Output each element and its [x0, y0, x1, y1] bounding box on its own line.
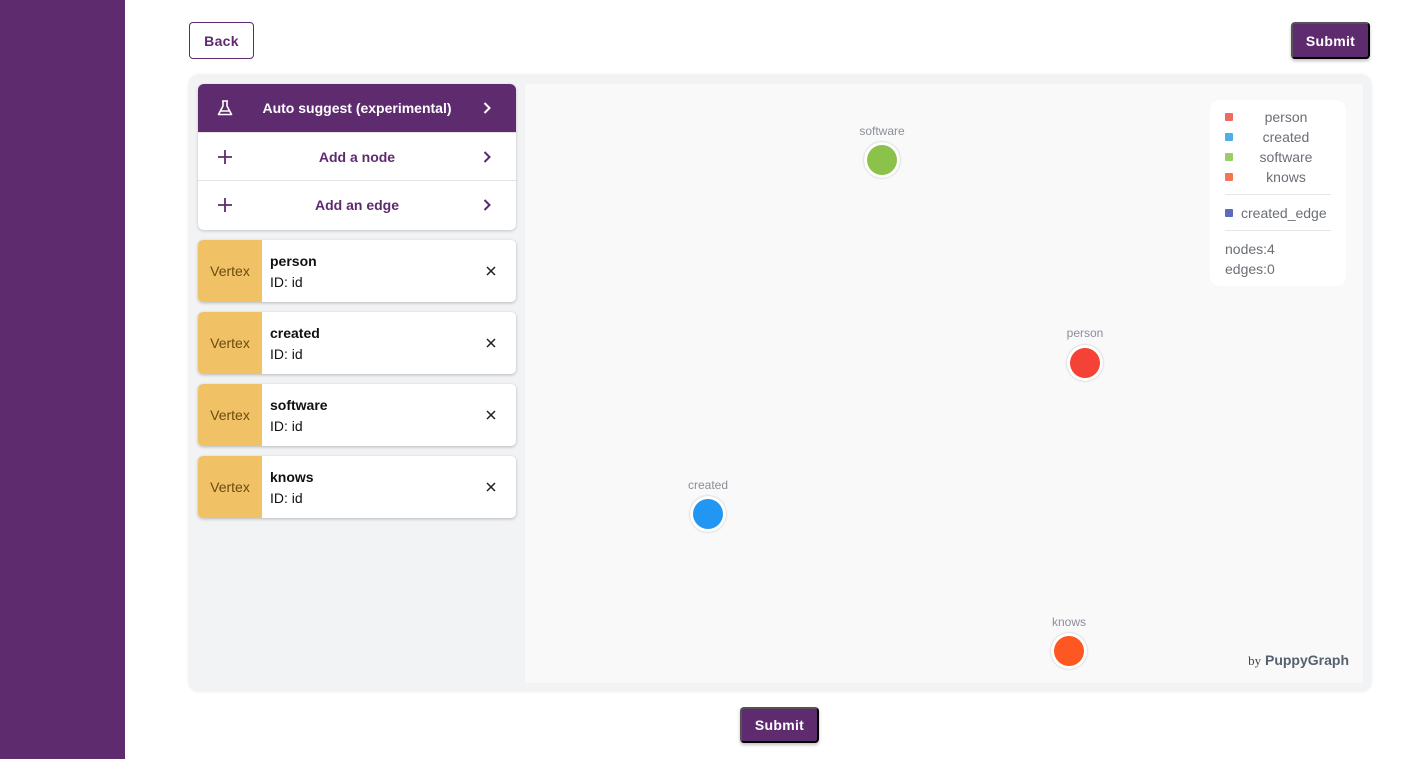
graph-node-software[interactable] [864, 142, 900, 178]
close-icon[interactable] [484, 408, 498, 422]
vertex-id: ID: id [270, 490, 303, 506]
legend-item-knows[interactable]: knows [1225, 167, 1331, 187]
legend-divider [1225, 194, 1331, 195]
vertex-name: person [270, 253, 317, 269]
byline-by: by [1248, 653, 1262, 668]
close-icon[interactable] [484, 336, 498, 350]
close-icon[interactable] [484, 264, 498, 278]
legend-item-created-edge[interactable]: created_edge [1225, 203, 1341, 223]
legend-label: created_edge [1241, 205, 1327, 221]
back-button[interactable]: Back [189, 22, 254, 59]
vertex-tag: Vertex [198, 384, 262, 446]
node-dot [867, 145, 897, 175]
auto-suggest-label: Auto suggest (experimental) [262, 100, 452, 116]
legend-item-software[interactable]: software [1225, 147, 1331, 167]
node-dot [693, 499, 723, 529]
legend-label: knows [1266, 169, 1306, 185]
flask-icon [217, 100, 233, 116]
node-label-person: person [1066, 326, 1104, 340]
vertex-name: software [270, 397, 328, 413]
add-node-label: Add a node [318, 148, 396, 165]
plus-icon [218, 150, 232, 164]
node-label-created: created [687, 478, 729, 492]
vertex-id: ID: id [270, 418, 303, 434]
node-dot [1070, 348, 1100, 378]
nodes-count: nodes:4 [1225, 241, 1275, 257]
chevron-right-icon [483, 151, 491, 163]
add-edge-label: Add an edge [314, 196, 399, 213]
byline: by PuppyGraph [1248, 652, 1349, 669]
legend-swatch [1225, 153, 1233, 161]
vertex-name: created [270, 325, 320, 341]
vertex-id: ID: id [270, 274, 303, 290]
chevron-right-icon [483, 102, 491, 114]
submit-button-top[interactable]: Submit [1291, 22, 1370, 59]
edges-count: edges:0 [1225, 261, 1275, 277]
node-dot [1054, 636, 1084, 666]
vertex-card-software[interactable]: Vertex software ID: id [198, 384, 516, 446]
legend-swatch [1225, 209, 1233, 217]
legend-label: created [1262, 129, 1310, 145]
legend-label: person [1264, 109, 1308, 125]
add-node-button[interactable]: Add a node [198, 132, 516, 180]
graph-node-created[interactable] [690, 496, 726, 532]
auto-suggest-button[interactable]: Auto suggest (experimental) [198, 84, 516, 132]
vertex-card-person[interactable]: Vertex person ID: id [198, 240, 516, 302]
legend-swatch [1225, 113, 1233, 121]
vertex-tag: Vertex [198, 240, 262, 302]
vertex-id: ID: id [270, 346, 303, 362]
app-sidebar [0, 0, 125, 759]
close-icon[interactable] [484, 480, 498, 494]
vertex-card-knows[interactable]: Vertex knows ID: id [198, 456, 516, 518]
legend-item-created[interactable]: created [1225, 127, 1331, 147]
node-label-knows: knows [1051, 615, 1086, 629]
legend-item-person[interactable]: person [1225, 107, 1331, 127]
legend-swatch [1225, 173, 1233, 181]
chevron-right-icon [483, 199, 491, 211]
legend-label: software [1259, 149, 1313, 165]
vertex-card-created[interactable]: Vertex created ID: id [198, 312, 516, 374]
plus-icon [218, 198, 232, 212]
brand-name: PuppyGraph [1264, 652, 1349, 668]
legend-divider [1225, 230, 1331, 231]
graph-node-knows[interactable] [1051, 633, 1087, 669]
node-label-software: software [859, 124, 905, 138]
vertex-name: knows [270, 469, 314, 485]
vertex-tag: Vertex [198, 456, 262, 518]
action-menu: Auto suggest (experimental) Add a node A… [198, 84, 516, 230]
add-edge-button[interactable]: Add an edge [198, 180, 516, 228]
graph-legend: person created software knows created_ed… [1210, 100, 1346, 286]
vertex-tag: Vertex [198, 312, 262, 374]
legend-swatch [1225, 133, 1233, 141]
submit-button-bottom[interactable]: Submit [740, 707, 819, 743]
graph-node-person[interactable] [1067, 345, 1103, 381]
